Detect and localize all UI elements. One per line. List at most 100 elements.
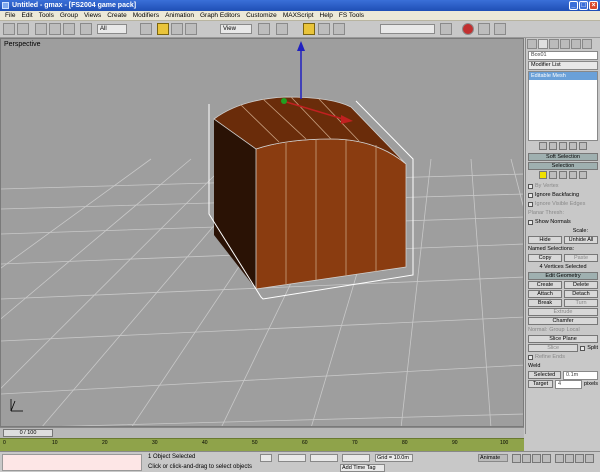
menu-graph-editors[interactable]: Graph Editors [197, 11, 243, 20]
named-selection-dropdown[interactable] [380, 24, 435, 34]
menu-help[interactable]: Help [317, 11, 336, 20]
polygon-mode-icon[interactable] [569, 171, 577, 179]
redo-icon[interactable] [17, 23, 29, 35]
utilities-tab-icon[interactable] [582, 39, 592, 49]
object-name-field[interactable]: Box01 [528, 51, 598, 60]
menu-fs-tools[interactable]: FS Tools [336, 11, 367, 20]
zoom-all-icon[interactable] [565, 454, 574, 463]
arc-rotate-icon[interactable] [585, 454, 594, 463]
pan-icon[interactable] [575, 454, 584, 463]
show-normals-checkbox[interactable] [528, 219, 533, 225]
select-and-move-icon[interactable] [157, 23, 169, 35]
slice-button[interactable]: Slice [528, 344, 579, 352]
by-vertex-checkbox[interactable] [528, 183, 533, 189]
delete-button[interactable]: Delete [564, 281, 598, 289]
menu-views[interactable]: Views [81, 11, 104, 20]
select-by-name-icon[interactable] [140, 23, 152, 35]
animate-button[interactable]: Animate [478, 454, 508, 462]
menu-maxscript[interactable]: MAXScript [280, 11, 317, 20]
selection-rollout[interactable]: Selection [528, 162, 598, 170]
turn-button[interactable]: Turn [564, 299, 598, 307]
time-slider[interactable]: 0 / 100 [3, 429, 53, 437]
quick-render-icon[interactable] [478, 23, 490, 35]
menu-modifiers[interactable]: Modifiers [130, 11, 162, 20]
modifier-list-dropdown[interactable]: Modifier List [528, 61, 598, 70]
group-label[interactable]: Group [549, 326, 564, 334]
lock-selection-icon[interactable] [260, 454, 272, 462]
make-unique-icon[interactable] [559, 142, 567, 150]
pivot-center-icon[interactable] [258, 23, 270, 35]
go-to-start-icon[interactable] [512, 454, 521, 463]
next-frame-icon[interactable] [542, 454, 551, 463]
x-coordinate-field[interactable] [278, 454, 306, 462]
copy-button[interactable]: Copy [528, 254, 562, 262]
modifier-stack[interactable]: Editable Mesh [528, 71, 598, 141]
remove-modifier-icon[interactable] [569, 142, 577, 150]
align-icon[interactable] [440, 23, 452, 35]
track-bar[interactable]: 0 10 20 30 40 50 60 70 80 90 100 [0, 438, 524, 451]
menu-tools[interactable]: Tools [36, 11, 57, 20]
snap-toggle-icon[interactable] [303, 23, 315, 35]
percent-snap-icon[interactable] [333, 23, 345, 35]
perspective-viewport[interactable]: Perspective [0, 38, 524, 427]
menu-animation[interactable]: Animation [162, 11, 197, 20]
menu-group[interactable]: Group [57, 11, 81, 20]
minimize-button[interactable]: _ [569, 1, 578, 10]
vertex-mode-icon[interactable] [539, 171, 547, 179]
bind-space-warp-icon[interactable] [63, 23, 75, 35]
element-mode-icon[interactable] [579, 171, 587, 179]
attach-button[interactable]: Attach [528, 290, 562, 298]
create-button[interactable]: Create [528, 281, 562, 289]
edge-mode-icon[interactable] [549, 171, 557, 179]
modify-tab-icon[interactable] [538, 39, 548, 49]
menu-create[interactable]: Create [104, 11, 130, 20]
slice-plane-button[interactable]: Slice Plane [528, 335, 598, 343]
menu-file[interactable]: File [2, 11, 18, 20]
local-label[interactable]: Local [567, 326, 580, 334]
hide-button[interactable]: Hide [528, 236, 562, 244]
detach-button[interactable]: Detach [564, 290, 598, 298]
menu-customize[interactable]: Customize [243, 11, 280, 20]
weld-target-button[interactable]: Target [528, 380, 553, 388]
pin-stack-icon[interactable] [539, 142, 547, 150]
create-tab-icon[interactable] [527, 39, 537, 49]
play-icon[interactable] [532, 454, 541, 463]
split-checkbox[interactable] [580, 345, 586, 351]
configure-sets-icon[interactable] [579, 142, 587, 150]
weld-threshold-field[interactable]: 0.1m [563, 370, 598, 380]
unhide-all-button[interactable]: Unhide All [564, 236, 598, 244]
add-time-tag-button[interactable]: Add Time Tag [340, 464, 385, 472]
weld-selected-button[interactable]: Selected [528, 371, 561, 379]
link-icon[interactable] [35, 23, 47, 35]
select-object-icon[interactable] [80, 23, 92, 35]
ignore-backfacing-checkbox[interactable] [528, 192, 533, 198]
z-coordinate-field[interactable] [342, 454, 370, 462]
render-icon[interactable] [462, 23, 474, 35]
viewport-label[interactable]: Perspective [4, 41, 41, 48]
reference-coord-dropdown[interactable]: View [220, 24, 252, 34]
angle-snap-icon[interactable] [318, 23, 330, 35]
unlink-icon[interactable] [49, 23, 61, 35]
maximize-button[interactable]: □ [579, 1, 588, 10]
maxscript-listener[interactable] [2, 454, 142, 471]
refine-ends-checkbox[interactable] [528, 354, 533, 360]
previous-frame-icon[interactable] [522, 454, 531, 463]
material-editor-icon[interactable] [494, 23, 506, 35]
menu-edit[interactable]: Edit [18, 11, 35, 20]
soft-selection-rollout[interactable]: Soft Selection [528, 153, 598, 161]
zoom-icon[interactable] [555, 454, 564, 463]
mirror-icon[interactable] [276, 23, 288, 35]
face-mode-icon[interactable] [559, 171, 567, 179]
extrude-button[interactable]: Extrude [528, 308, 598, 316]
motion-tab-icon[interactable] [560, 39, 570, 49]
select-and-rotate-icon[interactable] [171, 23, 183, 35]
y-coordinate-field[interactable] [310, 454, 338, 462]
chamfer-button[interactable]: Chamfer [528, 317, 598, 325]
ignore-visible-edges-checkbox[interactable] [528, 201, 533, 207]
select-and-scale-icon[interactable] [185, 23, 197, 35]
show-end-result-icon[interactable] [549, 142, 557, 150]
close-button[interactable]: × [589, 1, 598, 10]
paste-button[interactable]: Paste [564, 254, 598, 262]
hierarchy-tab-icon[interactable] [549, 39, 559, 49]
undo-icon[interactable] [3, 23, 15, 35]
